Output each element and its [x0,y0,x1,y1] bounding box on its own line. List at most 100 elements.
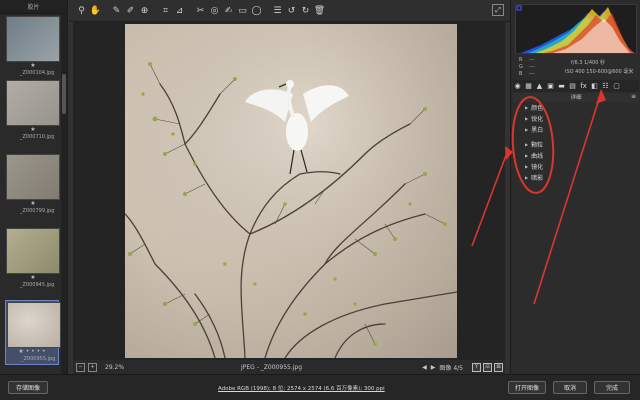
section-curve[interactable]: ▶ 曲线 [525,151,543,160]
current-file-label: JPEG - _Z000955.jpg [241,363,303,371]
section-label: 镜化 [531,164,544,171]
rotate-right-icon[interactable]: ↻ [299,4,312,18]
zoom-out-button[interactable]: − [76,362,85,372]
fx-icon[interactable]: fx [579,82,588,91]
trash-icon[interactable]: 🗑 [313,4,326,18]
thumbnail-image [7,302,61,348]
graduated-filter-icon[interactable]: ▭ [236,4,249,18]
radial-filter-icon[interactable]: ◯ [250,4,263,18]
calibration-icon[interactable]: ◧ [590,82,599,91]
bottom-bar: 存储图像 Adobe RGB (1998); 8 位; 2574 x 2574 … [0,374,640,400]
workflow-options-link[interactable]: Adobe RGB (1998); 8 位; 2574 x 2574 (6.6 … [218,384,385,392]
thumbnail-filename: _Z000955.jpg [21,356,56,362]
g-label: G [519,64,523,70]
next-image-icon[interactable]: ▶ [431,364,436,371]
filmstrip-item[interactable]: ★ _Z000945.jpg [6,228,60,289]
rating-stars[interactable]: ★ • • • • [7,348,57,356]
thumbnail-filename: _Z000710.jpg [20,134,55,140]
thumbnail-filename: _Z000945.jpg [20,282,55,288]
split-toning-icon[interactable]: ▬ [557,82,566,91]
red-eye-icon[interactable]: ◎ [208,4,221,18]
image-count: 图像 4/5 [439,364,463,372]
expand-triangle-icon: ▶ [525,127,529,132]
color-sampler-icon[interactable]: ✐ [124,4,137,18]
zoom-icon[interactable]: ⚲ [75,4,88,18]
detail-icon[interactable]: ▲ [535,82,544,91]
b-label: B [519,71,523,77]
hand-icon[interactable]: ✋ [89,4,102,18]
section-label: 颗粒 [531,142,544,149]
before-after-toggle[interactable]: Y [472,362,481,372]
brush-icon[interactable]: ✍ [222,4,235,18]
section-label: 锐化 [531,116,544,123]
filmstrip-item[interactable]: ★ _Z000104.jpg [6,16,60,77]
filmstrip-title: 胶片 [0,0,67,14]
snapshots-icon[interactable]: ▢ [612,82,621,91]
thumbnail-image [6,228,60,274]
egret-photo-illustration [125,24,457,358]
expand-triangle-icon: ▶ [525,153,529,158]
filmstrip-item-selected[interactable]: ★ • • • • _Z000955.jpg [5,300,61,365]
section-color[interactable]: ▶ 颜色 [525,103,543,112]
filmstrip-panel: 胶片 ★ _Z000104.jpg ★ _Z000710.jpg ★ _Z000… [0,0,68,374]
hsl-icon[interactable]: ▣ [546,82,555,91]
histogram [515,4,637,54]
expand-triangle-icon: ▶ [525,142,529,147]
thumbnail-filename: _Z000104.jpg [20,70,55,76]
spot-removal-icon[interactable]: ✂ [194,4,207,18]
b-value: --- [529,71,535,77]
rating-stars: ★ [30,126,36,133]
previous-image-icon[interactable]: ◀ [422,364,427,371]
swap-settings-icon[interactable]: ⊠ [494,362,503,372]
panel-tab-icons: ◉ ▦ ▲ ▣ ▬ ▤ fx ◧ ☷ ▢ [513,80,639,92]
section-shadow[interactable]: ▶ 暗影 [525,173,543,182]
section-grain[interactable]: ▶ 颗粒 [525,140,543,149]
expand-triangle-icon: ▶ [525,116,529,121]
thumbnail-image [6,16,60,62]
r-label: R [519,57,523,63]
save-image-button[interactable]: 存储图像 [8,381,48,394]
exif-info: R --- G --- B --- f/6.3 1/400 秒 ISO 400 … [515,56,637,78]
crop-icon[interactable]: ⌗ [159,4,172,18]
lens-icon[interactable]: ▤ [568,82,577,91]
target-adjust-icon[interactable]: ⊕ [138,4,151,18]
tone-curve-icon[interactable]: ▦ [524,82,533,91]
section-optics[interactable]: ▶ 镜化 [525,162,543,171]
expand-triangle-icon: ▶ [525,105,529,110]
camera-raw-window: 胶片 ★ _Z000104.jpg ★ _Z000710.jpg ★ _Z000… [0,0,640,400]
section-label: 暗影 [531,175,544,182]
zoom-level[interactable]: 29.2% [105,364,124,371]
rating-stars: ★ [30,274,36,281]
iso-lens: ISO 400 150-600@600 毫米 [565,69,634,75]
compare-view-icon[interactable]: ⊟ [483,362,492,372]
preview-photo [125,24,457,358]
presets-icon[interactable]: ☷ [601,82,610,91]
scrollbar-thumb[interactable] [62,74,66,114]
fullscreen-toggle-icon[interactable]: ⤢ [492,4,504,16]
rotate-left-icon[interactable]: ↺ [285,4,298,18]
rating-stars: ★ [30,200,36,207]
section-label: 颜色 [531,105,544,112]
filmstrip-scrollbar[interactable] [61,14,67,374]
preferences-icon[interactable]: ☰ [271,4,284,18]
canvas-status-bar: − + 29.2% JPEG - _Z000955.jpg ◀ ▶ 图像 4/5… [73,360,505,374]
rating-stars: ★ [30,62,36,69]
view-toggles: Y ⊟ ⊠ [472,362,503,372]
white-balance-icon[interactable]: ✎ [110,4,123,18]
open-image-button[interactable]: 打开图像 [508,381,546,394]
panel-menu-icon[interactable]: ≡ [631,93,636,100]
filmstrip-item[interactable]: ★ _Z000799.jpg [6,154,60,215]
filmstrip-item[interactable]: ★ _Z000710.jpg [6,80,60,141]
section-black-white[interactable]: ▶ 黑白 [525,125,543,134]
cancel-button[interactable]: 取消 [553,381,587,394]
image-canvas[interactable] [73,22,505,360]
expand-triangle-icon: ▶ [525,164,529,169]
section-sharpen[interactable]: ▶ 锐化 [525,114,543,123]
zoom-in-button[interactable]: + [88,362,97,372]
basic-icon[interactable]: ◉ [513,82,522,91]
straighten-icon[interactable]: ⊿ [173,4,186,18]
histogram-graph [516,5,635,53]
image-navigation: ◀ ▶ 图像 4/5 [422,363,463,372]
done-button[interactable]: 完成 [594,381,630,394]
thumbnail-filename: _Z000799.jpg [20,208,55,214]
